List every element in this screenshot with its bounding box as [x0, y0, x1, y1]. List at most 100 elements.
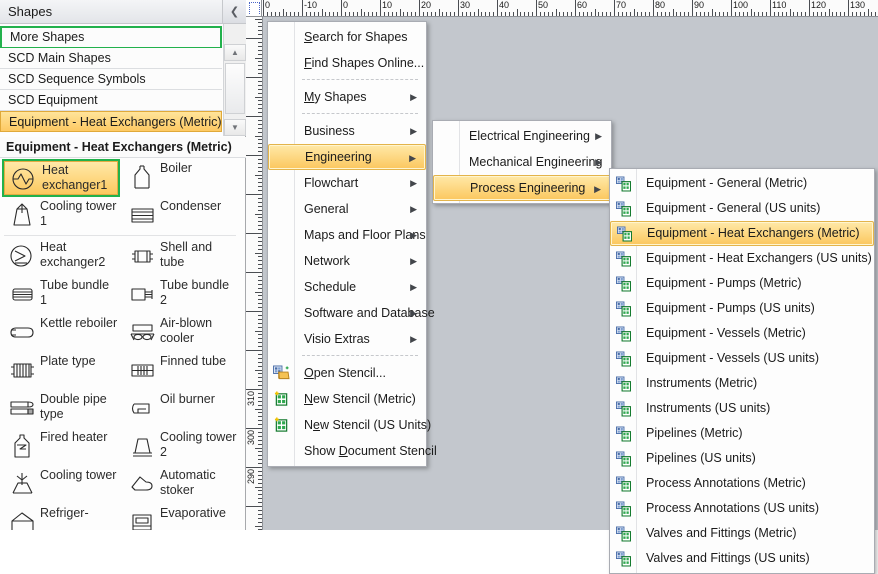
stencil-row-0[interactable]: More Shapes — [0, 26, 222, 49]
menu-item[interactable]: Visio Extras ▶ — [268, 326, 426, 352]
shape-item-label: Shell and tube — [160, 240, 213, 269]
triangle-up-icon[interactable]: ▲ — [224, 44, 246, 61]
menu-item[interactable]: Equipment - Heat Exchangers (US units) — [610, 246, 874, 271]
menu-item[interactable]: Equipment - Heat Exchangers (Metric) — [610, 221, 874, 246]
shape-item-label: Condenser — [160, 199, 222, 213]
menu-item[interactable]: Equipment - General (US units) — [610, 196, 874, 221]
stencil-row-1[interactable]: SCD Main Shapes — [0, 48, 222, 69]
shape-item[interactable]: Condenser — [122, 197, 240, 235]
menu-item[interactable]: Open Stencil... — [268, 360, 426, 386]
menu-item[interactable]: Maps and Floor Plans ▶ — [268, 222, 426, 248]
menu-item[interactable]: Instruments (US units) — [610, 396, 874, 421]
menu-item[interactable]: Equipment - General (Metric) — [610, 171, 874, 196]
shape-item[interactable]: Boiler — [122, 159, 240, 197]
horizontal-ruler[interactable]: 0 -10 0 10 20 30 40 50 60 70 80 90 100 110 120 130 — [246, 0, 878, 17]
ruler-tick — [258, 229, 262, 230]
engineering-submenu[interactable]: Electrical Engineering ▶ Mechanical Engine… — [432, 120, 612, 204]
menu-item[interactable]: Valves and Fittings (US units) — [610, 546, 874, 571]
shape-item[interactable]: Heat exchanger1 — [2, 159, 120, 197]
stencil-list-scrollbar[interactable]: ▲ ▼ — [223, 24, 246, 136]
ruler-tick — [333, 12, 334, 16]
shape-item[interactable]: Automatic stoker — [122, 466, 240, 504]
menu-item[interactable]: Equipment - Pumps (Metric) — [610, 271, 874, 296]
shape-item[interactable]: Cooling tower 1 — [2, 197, 120, 235]
shape-item[interactable]: Cooling tower — [2, 466, 120, 504]
menu-item-label: Equipment - Heat Exchangers (Metric) — [647, 226, 860, 240]
shape-item[interactable]: Air-blown cooler — [122, 314, 240, 352]
shape-item[interactable]: Fired heater — [2, 428, 120, 466]
more-shapes-menu[interactable]: Search for Shapes Find Shapes Online... My… — [267, 21, 437, 467]
process-engineering-submenu[interactable]: Equipment - General (Metric) Equipment - … — [609, 168, 875, 574]
shape-item[interactable]: Tube bundle 1 — [2, 276, 120, 314]
chevron-right-icon: ▶ — [410, 282, 417, 292]
ruler-tick — [634, 9, 635, 16]
shape-item[interactable]: Plate type — [2, 352, 120, 390]
menu-item[interactable]: Network ▶ — [268, 248, 426, 274]
stencil-row-2[interactable]: SCD Sequence Symbols — [0, 69, 222, 90]
triangle-down-icon[interactable]: ▼ — [224, 119, 246, 136]
menu-item[interactable]: Instruments (Metric) — [610, 371, 874, 396]
chevron-right-icon: ▶ — [410, 204, 417, 214]
shape-item[interactable]: Evaporative — [122, 504, 240, 530]
menu-item[interactable]: Process Annotations (US units) — [610, 496, 874, 521]
menu-item[interactable]: Equipment - Pumps (US units) — [610, 296, 874, 321]
shape-item[interactable]: Finned tube — [122, 352, 240, 390]
menu-item[interactable]: Pipelines (Metric) — [610, 421, 874, 446]
menu-item[interactable]: My Shapes ▶ — [268, 84, 426, 110]
shape-item[interactable]: Heat exchanger2 — [2, 238, 120, 276]
ruler-tick — [844, 12, 845, 16]
menu-item[interactable]: Schedule ▶ — [268, 274, 426, 300]
ruler-tick — [380, 0, 381, 16]
menu-item[interactable]: Pipelines (US units) — [610, 446, 874, 471]
shape-item[interactable]: Double pipe type — [2, 390, 120, 428]
ruler-corner[interactable] — [246, 0, 262, 16]
menu-item[interactable]: Search for Shapes — [268, 24, 426, 50]
menu-item[interactable]: Electrical Engineering ▶ — [433, 123, 611, 149]
shape-item[interactable]: Shell and tube — [122, 238, 240, 276]
menu-item-label: Mechanical Engineering — [469, 155, 603, 169]
stencil-icon — [616, 551, 631, 566]
menu-item[interactable]: Show Document Stencil — [268, 438, 437, 464]
ruler-tick — [622, 12, 623, 16]
ruler-tick — [852, 12, 853, 16]
ruler-tick — [556, 9, 557, 16]
ruler-label: 100 — [733, 0, 749, 10]
ruler-tick — [258, 245, 262, 246]
menu-item[interactable]: Engineering ▶ — [268, 144, 426, 170]
menu-item[interactable]: New Stencil (US Units) — [268, 412, 431, 438]
scrollbar-thumb[interactable] — [225, 63, 245, 114]
condenser-icon — [126, 200, 158, 230]
stencil-row-3[interactable]: SCD Equipment — [0, 90, 222, 111]
ruler-tick — [258, 100, 262, 101]
chevron-left-icon[interactable]: ❮ — [222, 0, 246, 23]
ruler-tick — [258, 518, 262, 519]
menu-item[interactable]: New Stencil (Metric) — [268, 386, 426, 412]
menu-item[interactable]: Process Annotations (Metric) — [610, 471, 874, 496]
ruler-tick — [782, 12, 783, 16]
menu-item[interactable]: Equipment - Vessels (Metric) — [610, 321, 874, 346]
shape-item[interactable]: Oil burner — [122, 390, 240, 428]
ruler-tick — [258, 284, 262, 285]
menu-item[interactable]: Mechanical Engineering ▶ — [433, 149, 611, 175]
ruler-tick — [610, 12, 611, 16]
stencil-row-4[interactable]: Equipment - Heat Exchangers (Metric) — [0, 111, 222, 132]
menu-item[interactable]: Process Engineering ▶ — [433, 175, 611, 201]
shape-item[interactable]: Refriger- — [2, 504, 120, 530]
shell-and-tube-icon — [126, 241, 158, 271]
menu-item[interactable]: General ▶ — [268, 196, 426, 222]
menu-item[interactable]: Software and Database ▶ — [268, 300, 435, 326]
menu-item[interactable]: Find Shapes Online... — [268, 50, 426, 76]
ruler-tick — [493, 12, 494, 16]
menu-item-label: Process Annotations (Metric) — [646, 476, 806, 490]
menu-item[interactable]: Flowchart ▶ — [268, 170, 426, 196]
vertical-ruler[interactable]: 310 300 290 — [246, 17, 263, 530]
shape-item[interactable]: Cooling tower 2 — [122, 428, 240, 466]
menu-item[interactable]: Valves and Fittings (Metric) — [610, 521, 874, 546]
menu-item[interactable]: Business ▶ — [268, 118, 426, 144]
shape-item[interactable]: Kettle reboiler — [2, 314, 120, 352]
menu-item[interactable]: Equipment - Vessels (US units) — [610, 346, 874, 371]
ruler-tick — [258, 124, 262, 125]
stencil-row-label: SCD Equipment — [8, 93, 98, 107]
ruler-tick — [821, 12, 822, 16]
shape-item[interactable]: Tube bundle 2 — [122, 276, 240, 314]
